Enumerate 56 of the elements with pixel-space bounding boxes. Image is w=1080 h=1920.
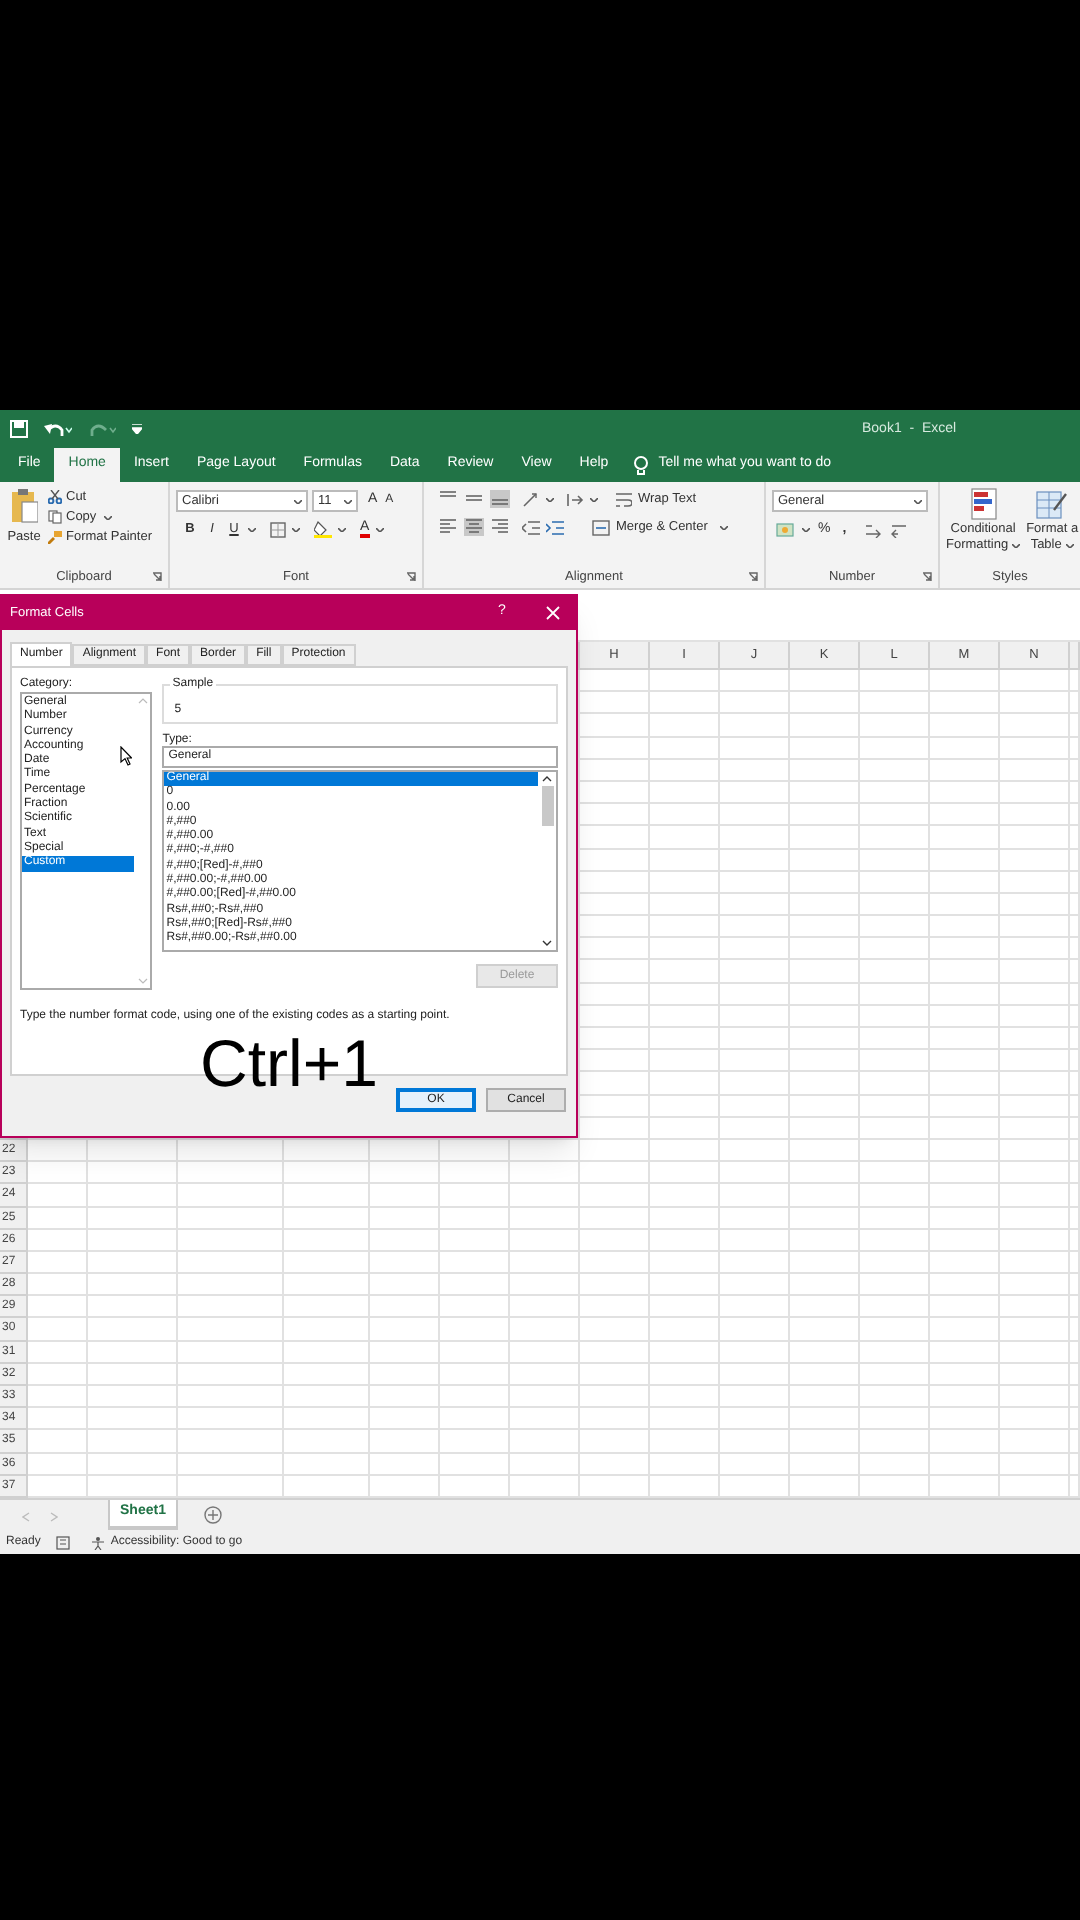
add-sheet-icon[interactable] — [204, 1505, 222, 1524]
increase-indent-icon[interactable] — [546, 519, 564, 536]
save-icon[interactable] — [10, 420, 28, 438]
caret-icon — [1012, 544, 1021, 548]
align-center-icon[interactable] — [464, 518, 484, 537]
close-icon[interactable] — [546, 606, 560, 620]
redo-icon[interactable] — [88, 421, 116, 437]
caret-icon — [914, 499, 922, 503]
fill-color-icon[interactable] — [314, 520, 332, 539]
caret-icon — [338, 527, 346, 532]
previous-sheet-icon[interactable] — [22, 1511, 30, 1522]
undo-icon[interactable] — [44, 421, 72, 437]
macro-recording-icon[interactable] — [56, 1535, 71, 1550]
dialog-launcher-icon[interactable] — [406, 572, 416, 582]
scroll-up-icon[interactable] — [542, 776, 552, 782]
decrease-indent-icon[interactable] — [522, 519, 540, 536]
next-sheet-icon[interactable] — [50, 1511, 58, 1522]
brush-icon — [48, 530, 62, 544]
customize-caret-icon[interactable] — [132, 424, 142, 434]
scrollbar-thumb[interactable] — [541, 786, 553, 826]
text-direction-icon[interactable] — [566, 491, 584, 508]
dialog-launcher-icon[interactable] — [922, 572, 932, 582]
caret-icon — [1065, 544, 1074, 548]
clipboard-icon — [10, 488, 38, 524]
align-bottom-icon[interactable] — [490, 490, 510, 509]
orientation-icon[interactable] — [522, 491, 540, 508]
conditional-formatting-icon — [969, 488, 998, 520]
borders-icon[interactable] — [270, 521, 286, 538]
mouse-pointer-icon — [120, 746, 132, 766]
align-left-icon[interactable] — [438, 518, 458, 537]
caret-icon — [546, 497, 554, 502]
column-header[interactable] — [1070, 642, 1080, 670]
decrease-decimal-icon[interactable] — [890, 522, 909, 539]
caret-icon — [375, 527, 384, 532]
dialog-launcher-icon[interactable] — [152, 572, 162, 582]
currency-icon[interactable] — [776, 522, 794, 539]
table-style-icon — [1036, 488, 1069, 520]
caret-icon — [719, 525, 728, 530]
caret-icon — [248, 527, 256, 532]
caret-icon — [104, 515, 113, 519]
caret-icon — [294, 499, 302, 503]
wrap-text-icon — [616, 491, 632, 508]
align-right-icon[interactable] — [490, 518, 510, 537]
shortcut-caption: Ctrl+1 — [200, 1030, 378, 1098]
merge-icon — [592, 519, 610, 536]
caret-icon — [590, 497, 598, 502]
scissors-icon — [48, 490, 62, 504]
lightbulb-icon — [634, 455, 649, 475]
scroll-down-icon[interactable] — [542, 940, 552, 946]
caret-icon — [292, 527, 300, 532]
accessibility-icon — [90, 1535, 107, 1550]
copy-icon — [48, 510, 62, 524]
caret-icon — [802, 528, 810, 533]
caret-icon — [344, 499, 352, 503]
increase-decimal-icon[interactable] — [864, 522, 883, 539]
dialog-launcher-icon[interactable] — [748, 572, 758, 582]
